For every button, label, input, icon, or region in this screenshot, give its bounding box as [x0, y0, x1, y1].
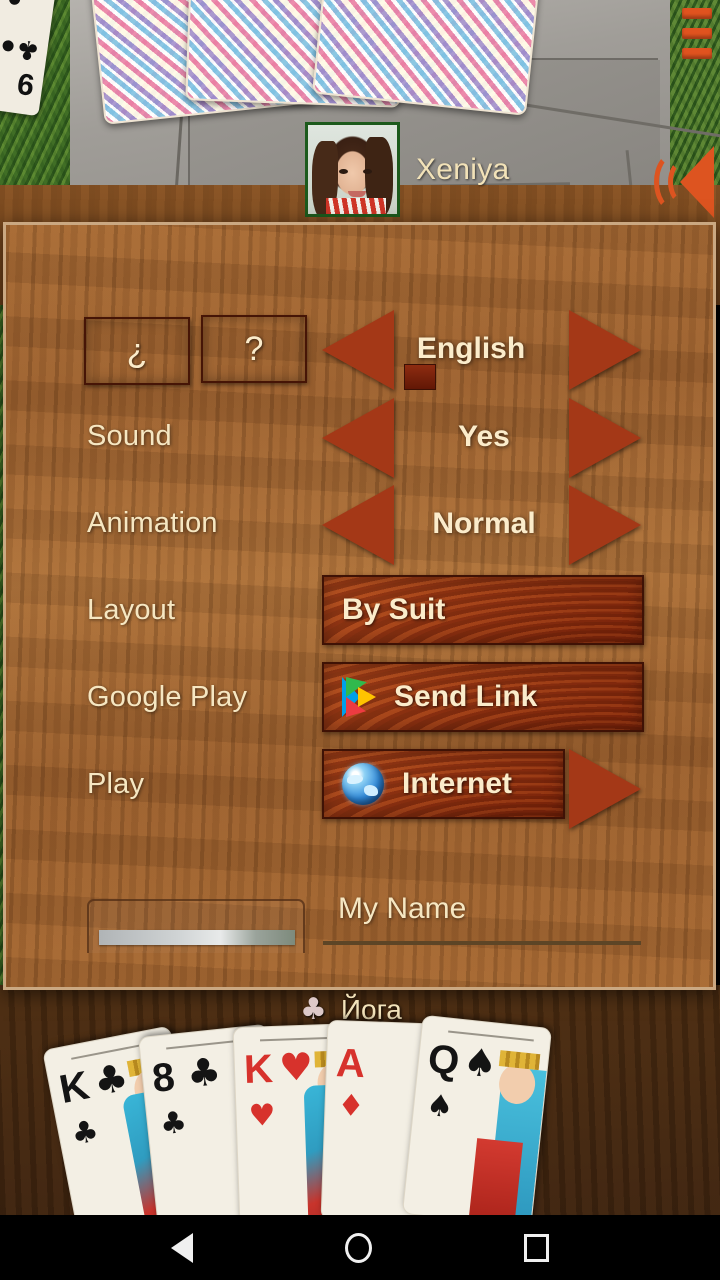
recent-apps-button[interactable] — [524, 1233, 549, 1262]
card-rank: Q — [425, 1036, 462, 1084]
animation-label: Animation — [87, 507, 218, 539]
sound-prev-arrow[interactable] — [322, 398, 394, 478]
opponent-name: Xeniya — [416, 152, 510, 186]
language-value: English — [416, 332, 526, 365]
play-label: Play — [87, 768, 145, 800]
help-button-label: ? — [244, 329, 264, 368]
about-button-label: ¿ — [126, 331, 148, 370]
animation-prev-arrow[interactable] — [322, 485, 394, 565]
back-button[interactable] — [171, 1232, 193, 1263]
google-play-icon — [342, 677, 376, 717]
my-name-input[interactable] — [323, 937, 641, 945]
internet-mode-label: Internet — [402, 767, 513, 800]
layout-label: Layout — [87, 594, 176, 626]
card-suit: ♦ — [336, 1088, 366, 1125]
hand-card[interactable]: Q ♠ ♠ — [401, 1014, 553, 1228]
avatar[interactable] — [305, 122, 400, 217]
card-suit-small: ♣ — [68, 1113, 102, 1153]
about-button[interactable]: ¿ — [84, 317, 190, 385]
card-rank: A — [335, 1041, 366, 1087]
android-navbar — [0, 1215, 720, 1280]
send-link-label: Send Link — [394, 680, 538, 713]
language-next-arrow[interactable] — [569, 310, 641, 390]
send-link-button[interactable]: Send Link — [322, 662, 644, 732]
club-suit-icon: ♣ — [300, 992, 327, 1027]
card-rank: 8 — [150, 1054, 177, 1101]
google-play-label: Google Play — [87, 681, 248, 713]
sound-label: Sound — [87, 420, 172, 452]
internet-mode-button[interactable]: Internet — [322, 749, 565, 819]
animation-next-arrow[interactable] — [569, 485, 641, 565]
sound-next-arrow[interactable] — [569, 398, 641, 478]
layout-button[interactable]: By Suit — [322, 575, 644, 645]
settings-panel: ¿ ? English Sound Yes Animation Normal L… — [3, 222, 716, 990]
language-flag-placeholder — [404, 364, 436, 390]
player-hand: K ♣ ♣ 8 ♣ ♣ K ♥ ♥ A ♦ Q ♠ ♠ — [42, 1014, 660, 1247]
avatar-preview-strip — [99, 930, 295, 945]
card-rank: K — [55, 1063, 93, 1113]
layout-value: By Suit — [342, 593, 446, 626]
home-button[interactable] — [345, 1232, 372, 1263]
card-rank: 9 — [15, 66, 37, 102]
card-suit-small: ♠ — [424, 1087, 455, 1126]
card-suit: ♣ — [184, 1048, 224, 1097]
animation-value: Normal — [432, 507, 536, 540]
play-next-arrow[interactable] — [569, 749, 641, 829]
hamburger-menu-icon[interactable] — [682, 8, 712, 68]
help-button[interactable]: ? — [201, 315, 307, 383]
sound-value: Yes — [458, 420, 510, 453]
language-prev-arrow[interactable] — [322, 310, 394, 390]
globe-internet-icon — [342, 763, 384, 805]
speaker-sound-icon[interactable] — [652, 146, 714, 218]
card-suit-small: ♣ — [158, 1104, 189, 1143]
card-rank: K — [243, 1046, 274, 1092]
card-suit: ♣ — [14, 32, 42, 66]
app-root: ♣ 9 Xeniya ¿ ? English Sound Yes Animati… — [0, 0, 720, 1280]
opponent-player-info: Xeniya — [305, 122, 510, 217]
card-suit-small: ♥ — [248, 1097, 277, 1134]
my-name-label: My Name — [338, 892, 467, 925]
